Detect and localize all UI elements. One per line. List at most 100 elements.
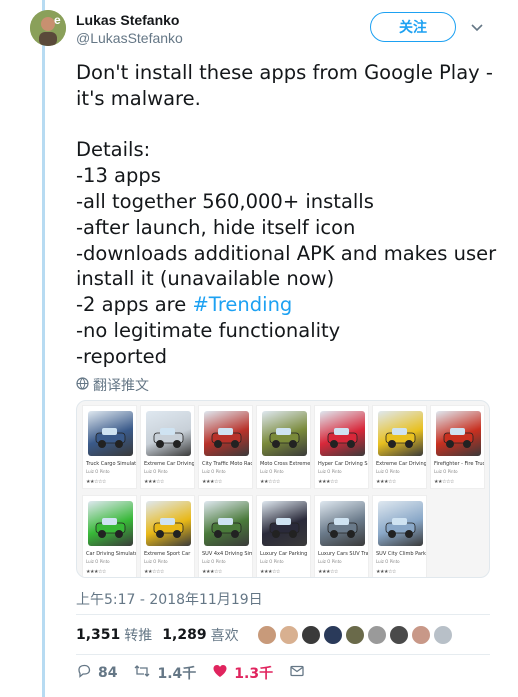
liker-avatar[interactable] — [256, 625, 277, 645]
reply-button[interactable]: 84 — [76, 663, 117, 683]
app-rating: ★★★☆☆ — [376, 479, 396, 485]
like-action-count: 1.3千 — [234, 666, 274, 682]
retweet-button[interactable]: 1.4千 — [133, 663, 196, 683]
app-developer: Luiz O Pinto — [86, 559, 110, 564]
display-name[interactable]: Lukas Stefanko — [76, 11, 183, 29]
direct-message-button[interactable] — [289, 663, 305, 683]
follow-button[interactable]: 关注 — [370, 12, 456, 42]
media-image[interactable]: Truck Cargo Simulator Luiz O Pinto ★★☆☆☆ Ex… — [76, 400, 490, 578]
app-title: Luxury Car Parking — [260, 551, 308, 557]
globe-icon — [76, 376, 89, 394]
app-title: SUV City Climb Parking — [376, 551, 426, 557]
avatar[interactable]: e — [30, 10, 66, 46]
app-icon — [204, 501, 249, 546]
app-rating: ★★☆☆☆ — [260, 479, 280, 485]
app-developer: Luiz O Pinto — [376, 559, 400, 564]
liker-avatar[interactable] — [278, 625, 299, 645]
app-developer: Luiz O Pinto — [260, 469, 284, 474]
heart-icon — [212, 663, 228, 683]
app-card: Moto Cross Extreme Luiz O Pinto ★★☆☆☆ — [256, 405, 311, 489]
app-developer: Luiz O Pinto — [144, 469, 168, 474]
app-icon — [436, 411, 481, 456]
app-icon — [378, 411, 423, 456]
app-card: SUV City Climb Parking Luiz O Pinto ★★★☆☆ — [372, 495, 427, 577]
tweet-timestamp[interactable]: 上午5:17 - 2018年11月19日 — [76, 589, 263, 609]
thread-rail — [0, 0, 45, 697]
app-rating: ★★★☆☆ — [202, 479, 222, 485]
app-title: Truck Cargo Simulator — [86, 461, 136, 467]
app-icon — [262, 411, 307, 456]
tweet-actions: 84 1.4千 1.3千 — [76, 662, 506, 684]
app-card: Hyper Car Driving Sim Luiz O Pinto ★★★☆☆ — [314, 405, 369, 489]
reply-icon — [76, 663, 92, 683]
app-developer: Luiz O Pinto — [434, 469, 458, 474]
app-developer: Luiz O Pinto — [376, 469, 400, 474]
reply-count: 84 — [98, 665, 118, 681]
app-icon — [88, 501, 133, 546]
hashtag-link[interactable]: #Trending — [192, 293, 292, 316]
user-names[interactable]: Lukas Stefanko @LukasStefanko — [76, 11, 183, 47]
divider — [76, 614, 490, 615]
app-card: Luxury Cars SUV Traffic Luiz O Pinto ★★★☆☆ — [314, 495, 369, 577]
like-count: 1,289 — [162, 627, 207, 643]
translate-label[interactable]: 翻译推文 — [93, 375, 149, 395]
tweet-text: Don't install these apps from Google Pla… — [76, 60, 506, 370]
app-card: Luxury Car Parking Luiz O Pinto ★★★☆☆ — [256, 495, 311, 577]
app-rating: ★★☆☆☆ — [86, 479, 106, 485]
app-title: Extreme Car Driving — [144, 461, 194, 467]
app-card: Extreme Sport Car Luiz O Pinto ★★☆☆☆ — [140, 495, 195, 577]
app-card: City Traffic Moto Racer Luiz O Pinto ★★★☆☆ — [198, 405, 253, 489]
app-developer: Luiz O Pinto — [202, 469, 226, 474]
app-card: Firefighter - Fire Truck Luiz O Pinto ★★☆☆… — [430, 405, 485, 489]
like-stat[interactable]: 1,289 喜欢 — [162, 625, 238, 645]
app-developer: Luiz O Pinto — [144, 559, 168, 564]
retweet-icon — [133, 663, 151, 683]
app-rating: ★★★☆☆ — [318, 569, 338, 575]
liker-avatar[interactable] — [410, 625, 431, 645]
app-developer: Luiz O Pinto — [202, 559, 226, 564]
app-icon — [320, 411, 365, 456]
app-title: Firefighter - Fire Truck — [434, 461, 484, 467]
apps-grid: Truck Cargo Simulator Luiz O Pinto ★★☆☆☆ Ex… — [82, 405, 485, 577]
like-button[interactable]: 1.3千 — [212, 663, 273, 683]
app-icon — [320, 501, 365, 546]
app-title: Moto Cross Extreme — [260, 461, 310, 467]
divider — [76, 654, 490, 655]
liker-avatars — [256, 625, 455, 645]
thread-line — [42, 0, 45, 697]
app-title: Hyper Car Driving Sim — [318, 461, 368, 467]
app-title: Extreme Sport Car — [144, 551, 191, 557]
app-card: Extreme Car Driving Luiz O Pinto ★★★☆☆ — [372, 405, 427, 489]
app-rating: ★★★☆☆ — [202, 569, 222, 575]
app-icon — [146, 501, 191, 546]
app-title: SUV 4x4 Driving Sim — [202, 551, 252, 557]
app-icon — [204, 411, 249, 456]
app-card: Truck Cargo Simulator Luiz O Pinto ★★☆☆☆ — [82, 405, 137, 489]
app-rating: ★★★☆☆ — [318, 479, 338, 485]
envelope-icon — [289, 663, 305, 683]
app-title: Luxury Cars SUV Traffic — [318, 551, 368, 557]
retweet-stat[interactable]: 1,351 转推 — [76, 625, 152, 645]
app-icon — [378, 501, 423, 546]
liker-avatar[interactable] — [300, 625, 321, 645]
liker-avatar[interactable] — [366, 625, 387, 645]
app-rating: ★★☆☆☆ — [144, 569, 164, 575]
app-rating: ★★★☆☆ — [260, 569, 280, 575]
liker-avatar[interactable] — [344, 625, 365, 645]
app-developer: Luiz O Pinto — [318, 559, 342, 564]
translate-tweet-link[interactable]: 翻译推文 — [76, 375, 149, 395]
liker-avatar[interactable] — [388, 625, 409, 645]
retweet-count: 1,351 — [76, 627, 121, 643]
app-developer: Luiz O Pinto — [260, 559, 284, 564]
app-icon — [146, 411, 191, 456]
app-rating: ★★★☆☆ — [86, 569, 106, 575]
tweet-stats: 1,351 转推 1,289 喜欢 — [76, 624, 506, 646]
liker-avatar[interactable] — [322, 625, 343, 645]
liker-avatar[interactable] — [432, 625, 453, 645]
app-card: Extreme Car Driving Luiz O Pinto ★★★☆☆ — [140, 405, 195, 489]
app-card: Car Driving Simulator Luiz O Pinto ★★★☆☆ — [82, 495, 137, 577]
chevron-down-icon[interactable] — [470, 20, 484, 34]
app-card: SUV 4x4 Driving Sim Luiz O Pinto ★★★☆☆ — [198, 495, 253, 577]
like-label: 喜欢 — [210, 628, 239, 644]
user-handle[interactable]: @LukasStefanko — [76, 29, 183, 47]
